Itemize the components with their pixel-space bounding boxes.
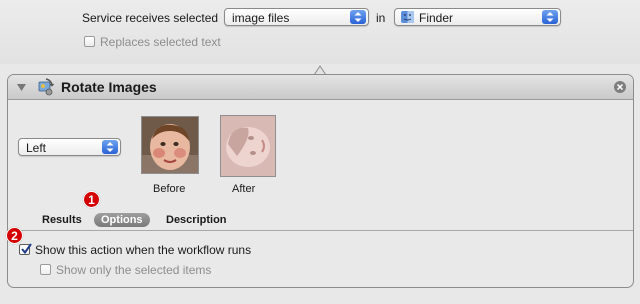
application-value: Finder [419, 11, 454, 25]
input-type-popup[interactable]: image files [224, 8, 369, 26]
show-action-label: Show this action when the workflow runs [35, 243, 252, 257]
before-label: Before [153, 183, 186, 195]
action-panel: Rotate Images Left Before After Results … [7, 74, 634, 288]
checkmark-icon [21, 243, 32, 255]
popup-arrows-icon [542, 10, 558, 24]
checkbox-box [84, 36, 95, 47]
annotation-badge-1: 1 [83, 191, 100, 208]
show-action-checkbox[interactable]: Show this action when the workflow runs [19, 243, 319, 257]
application-popup[interactable]: Finder [394, 8, 561, 26]
direction-value: Left [26, 141, 47, 155]
finder-icon [401, 11, 414, 23]
action-title: Rotate Images [61, 79, 157, 95]
before-image [141, 116, 199, 174]
annotation-badge-2: 2 [6, 227, 23, 244]
replaces-selected-text-label: Replaces selected text [100, 35, 221, 49]
tab-options[interactable]: Options [94, 213, 150, 227]
after-image [220, 115, 276, 177]
action-header: Rotate Images [8, 75, 633, 100]
tab-results[interactable]: Results [35, 213, 89, 227]
checkbox-box [19, 243, 32, 255]
input-type-value: image files [232, 11, 290, 25]
child-photo-icon [142, 117, 198, 173]
disclosure-triangle-icon[interactable] [17, 84, 26, 91]
replaces-selected-text-checkbox[interactable]: Replaces selected text [84, 35, 284, 49]
close-icon[interactable] [614, 81, 626, 93]
popup-arrows-icon [350, 10, 366, 24]
service-receives-label: Service receives selected [82, 11, 219, 25]
after-label: After [232, 183, 256, 195]
service-settings-bar: Service receives selected image files in… [0, 0, 640, 64]
action-tabs: Results Options Description [8, 208, 633, 231]
service-receives-row: Service receives selected image files in… [0, 8, 640, 30]
tab-description[interactable]: Description [159, 213, 234, 227]
rotated-photo-icon [221, 116, 275, 176]
in-label: in [376, 11, 386, 25]
popup-arrows-icon [102, 140, 118, 154]
show-selected-items-checkbox[interactable]: Show only the selected items [40, 263, 300, 277]
show-selected-items-label: Show only the selected items [56, 263, 212, 277]
rotate-images-icon [38, 78, 54, 96]
direction-popup[interactable]: Left [18, 138, 121, 156]
checkbox-box [40, 264, 51, 275]
